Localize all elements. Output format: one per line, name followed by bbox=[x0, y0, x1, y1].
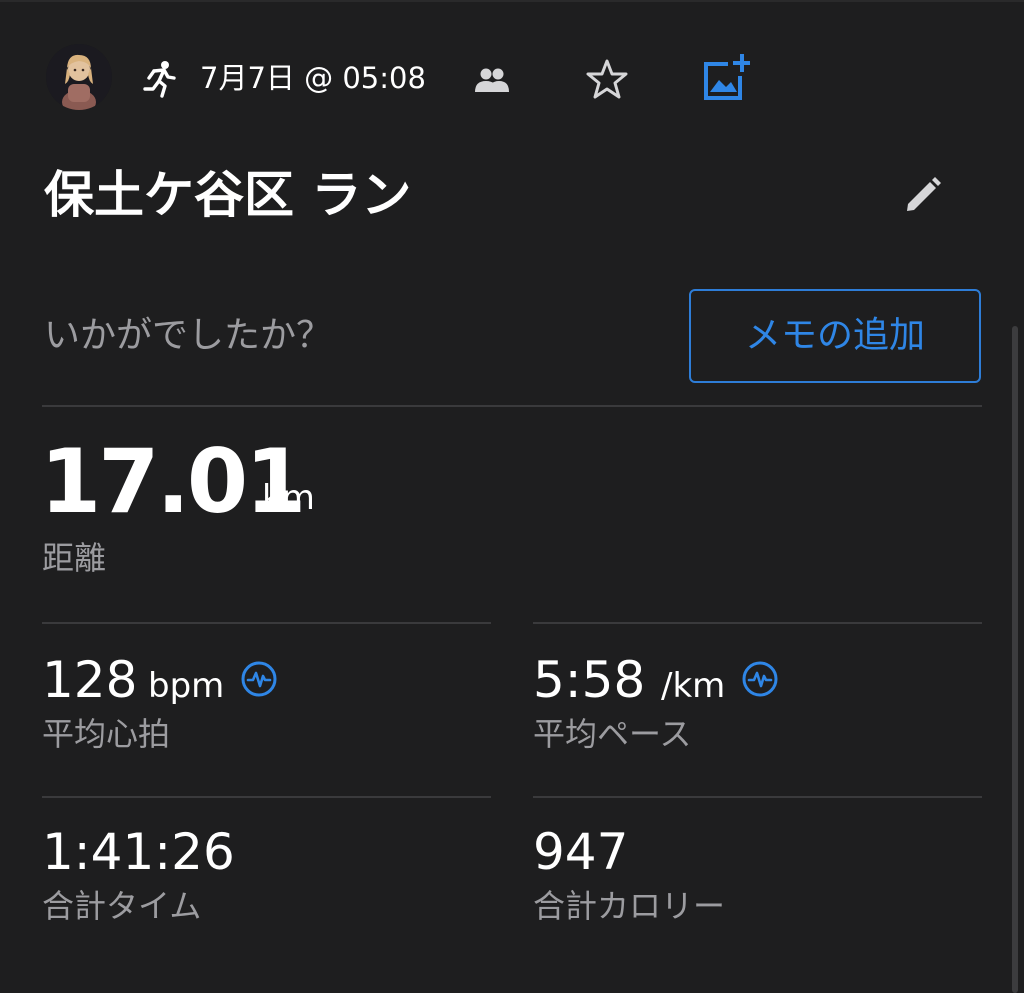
activity-title: 保土ケ谷区 ラン bbox=[44, 166, 412, 224]
divider bbox=[42, 796, 491, 798]
pencil-icon[interactable] bbox=[902, 174, 944, 216]
notes-prompt: いかがでしたか？ bbox=[44, 315, 333, 356]
distance-label: 距離 bbox=[42, 539, 107, 577]
heart-rate-label: 平均心拍 bbox=[42, 715, 171, 753]
pace-chart-icon[interactable] bbox=[741, 660, 779, 698]
activity-header: 7月7日 @ 05:08 bbox=[46, 44, 786, 114]
pace-unit: /km bbox=[661, 666, 726, 706]
divider bbox=[42, 405, 982, 407]
pace-label: 平均ペース bbox=[533, 715, 692, 753]
running-icon bbox=[140, 60, 178, 98]
top-edge bbox=[0, 0, 1024, 2]
user-avatar[interactable] bbox=[46, 44, 112, 110]
heart-rate-chart-icon[interactable] bbox=[240, 660, 278, 698]
total-time-value: 1:41:26 bbox=[42, 823, 235, 881]
distance-unit: km bbox=[262, 478, 315, 518]
divider bbox=[42, 622, 491, 624]
activity-date-time: 7月7日 @ 05:08 bbox=[200, 61, 426, 95]
calories-value: 947 bbox=[533, 823, 629, 881]
pace-value: 5:58 bbox=[533, 651, 646, 709]
star-outline-icon[interactable] bbox=[586, 58, 628, 100]
divider bbox=[533, 796, 982, 798]
people-icon[interactable] bbox=[474, 66, 510, 94]
add-memo-button[interactable]: メモの追加 bbox=[689, 289, 981, 383]
add-photo-icon[interactable] bbox=[702, 54, 751, 102]
calories-label: 合計カロリー bbox=[533, 887, 726, 925]
heart-rate-unit: bpm bbox=[148, 666, 225, 706]
scrollbar[interactable] bbox=[1012, 326, 1018, 993]
heart-rate-value: 128 bbox=[42, 651, 138, 709]
total-time-label: 合計タイム bbox=[42, 887, 202, 925]
divider bbox=[533, 622, 982, 624]
